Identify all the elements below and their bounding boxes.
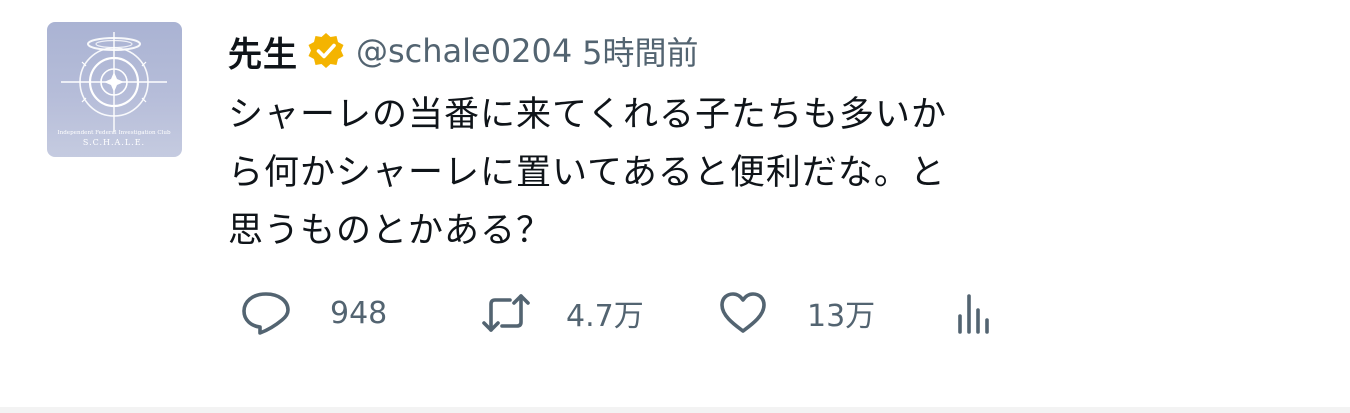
retweet-button[interactable]: 4.7万 bbox=[480, 288, 644, 338]
retweet-count: 4.7万 bbox=[566, 299, 644, 334]
speech-bubble-icon bbox=[242, 292, 290, 335]
reply-button[interactable]: 948 bbox=[240, 288, 387, 338]
tweet-text-line: 思うものとかある？ bbox=[228, 211, 553, 251]
tweet-card[interactable]: Independent Federal Investigation Club S… bbox=[0, 0, 1350, 408]
tweet-text: シャーレの当番に来てくれる子たちも多いか ら何かシャーレに置いてあると便利だな。… bbox=[228, 86, 1048, 260]
views-button[interactable] bbox=[952, 288, 996, 338]
avatar[interactable]: Independent Federal Investigation Club S… bbox=[47, 22, 182, 157]
heart-icon bbox=[720, 292, 766, 333]
like-button[interactable]: 13万 bbox=[717, 288, 875, 338]
avatar-caption-line1: Independent Federal Investigation Club bbox=[57, 130, 171, 136]
schale-logo-icon: Independent Federal Investigation Club S… bbox=[57, 32, 171, 147]
reply-count: 948 bbox=[330, 295, 388, 331]
retweet-arrows-icon bbox=[482, 294, 530, 332]
tweet-text-line: ら何かシャーレに置いてあると便利だな。と bbox=[228, 153, 946, 193]
author-handle[interactable]: @schale0204 bbox=[356, 32, 572, 70]
timestamp[interactable]: 5時間前 bbox=[582, 28, 698, 74]
display-name[interactable]: 先生 bbox=[228, 27, 298, 76]
avatar-caption-line2: S.C.H.A.L.E. bbox=[83, 138, 145, 147]
like-count: 13万 bbox=[807, 299, 876, 334]
bar-chart-icon bbox=[958, 294, 989, 334]
verified-badge-icon bbox=[306, 31, 346, 71]
divider bbox=[0, 407, 1350, 413]
tweet-header: 先生 @schale0204 5時間前 bbox=[228, 26, 699, 76]
tweet-text-line: シャーレの当番に来てくれる子たちも多いか bbox=[228, 95, 947, 135]
tweet-actions: 948 4.7万 13万 bbox=[240, 288, 1020, 338]
